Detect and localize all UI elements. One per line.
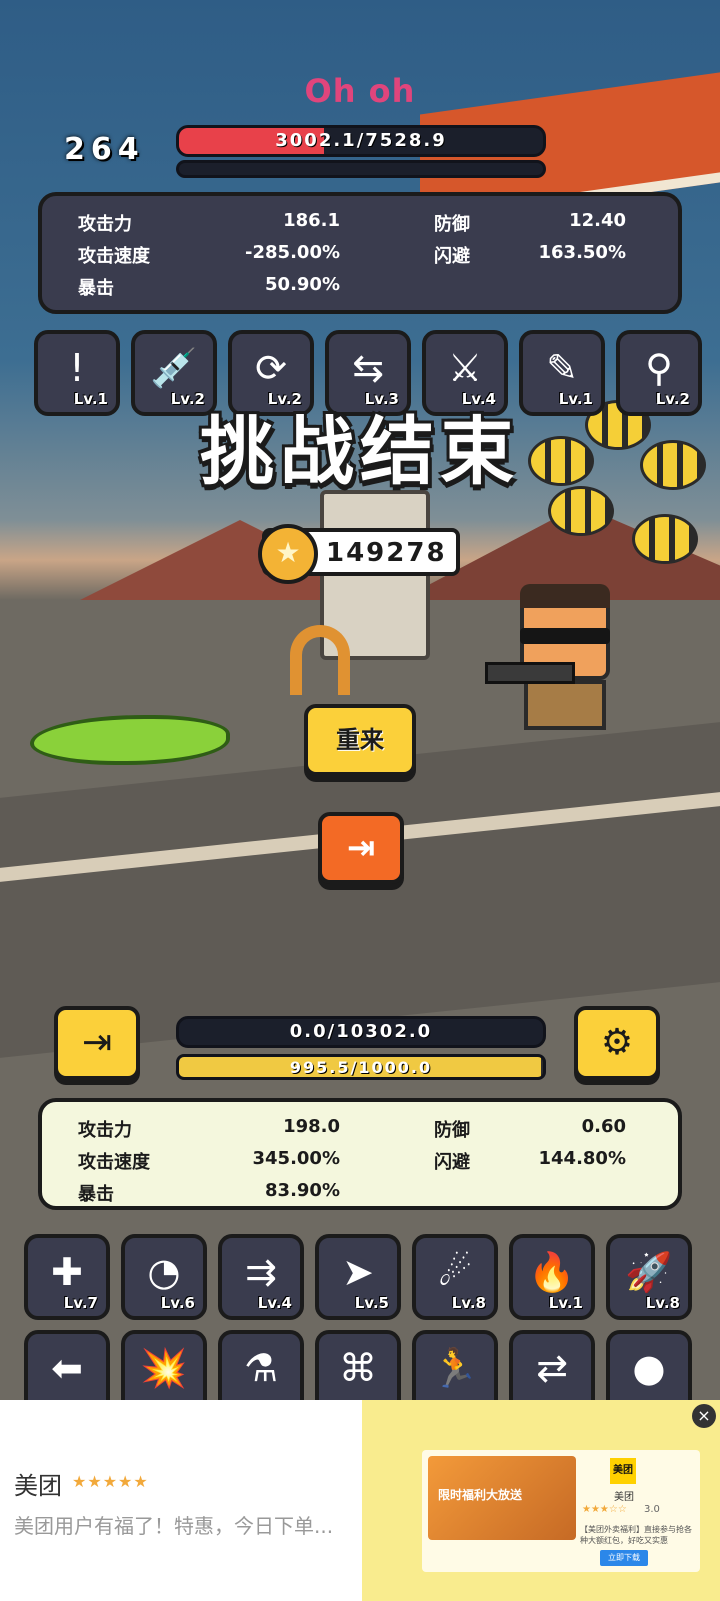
explosion-icon: 💥 <box>140 1346 188 1390</box>
stat-label: 攻击速度 <box>78 1152 150 1173</box>
retry-button[interactable]: 重来 <box>304 704 416 776</box>
player-skill-row: ✚ Lv.7 ◔ Lv.6 ⇉ Lv.4 ➤ Lv.5 ☄ Lv.8 🔥 Lv.1 🚀 Lv.8 <box>24 1234 692 1320</box>
crossed-swords-icon: ⚔ <box>447 346 483 390</box>
exit-door-icon: ⇥ <box>346 828 376 868</box>
player-xp-text: 995.5/1000.0 <box>289 1058 433 1077</box>
potion-icon: ⚗ <box>243 1346 279 1390</box>
ad-image[interactable]: 限时福利大放送 美团 美团 ★★★☆☆ 3.0 【美团外卖福利】直接参与抢各种大… <box>362 1400 720 1601</box>
enemy-secondary-bar <box>176 160 546 178</box>
skill-slot[interactable]: ◔ Lv.6 <box>121 1234 207 1320</box>
skill-level: Lv.4 <box>257 1294 292 1312</box>
ad-card-detail: 【美团外卖福利】直接参与抢各种大额红包，好吃又实惠 <box>580 1525 692 1545</box>
skill-slot[interactable]: ⇉ Lv.4 <box>218 1234 304 1320</box>
skill-slot[interactable]: ➤ Lv.5 <box>315 1234 401 1320</box>
skill-slot[interactable]: ☄ Lv.8 <box>412 1234 498 1320</box>
bee-enemy <box>632 514 698 564</box>
left-arrow-icon: ⬅ <box>51 1346 83 1390</box>
warning-potion-icon: ! <box>69 346 85 390</box>
gear-icon: ⚙ <box>600 1022 634 1063</box>
speed-gauge-icon: ◔ <box>147 1250 181 1294</box>
stat-value: 163.50% <box>538 242 627 263</box>
shotgun-icon: ⚲ <box>645 346 673 390</box>
stat-value: 345.00% <box>252 1148 341 1169</box>
exit-door-icon: ⇥ <box>81 1022 113 1063</box>
player-stats-panel: 攻击力 198.0 防御 0.60 攻击速度 345.00% 闪避 144.80… <box>38 1098 682 1210</box>
stat-value: 0.60 <box>581 1116 626 1137</box>
network-icon: ⌘ <box>339 1346 377 1390</box>
skill-level: Lv.5 <box>354 1294 389 1312</box>
skill-slot[interactable]: 🔥 Lv.1 <box>509 1234 595 1320</box>
skill-level: Lv.8 <box>451 1294 486 1312</box>
green-slime-puddle <box>30 715 230 765</box>
stat-label: 防御 <box>434 214 470 235</box>
ad-card-score: 3.0 <box>644 1504 660 1515</box>
settings-button[interactable]: ⚙ <box>574 1006 660 1080</box>
coin-amount: 149278 <box>326 538 447 568</box>
ad-banner[interactable]: 美团 ★★★★★ 美团用户有福了！特惠，今日下单... 限时福利大放送 美团 美… <box>0 1400 720 1601</box>
stat-value: 186.1 <box>283 210 340 231</box>
enemy-hp-bar: 3002.1/7528.9 <box>176 125 546 157</box>
ad-app-name: 美团 <box>14 1472 62 1500</box>
ad-thumb-text: 限时福利大放送 <box>438 1488 523 1502</box>
stage-level: 264 <box>64 132 145 167</box>
skill-slot[interactable]: 🚀 Lv.8 <box>606 1234 692 1320</box>
syringe-icon: 💉 <box>150 346 198 390</box>
stat-label: 闪避 <box>434 1152 470 1173</box>
skill-level: Lv.1 <box>548 1294 583 1312</box>
player-hp-text: 0.0/10302.0 <box>289 1021 433 1042</box>
swap-arrows-icon: ⇄ <box>536 1346 568 1390</box>
skill-level: Lv.6 <box>160 1294 195 1312</box>
stat-value: 144.80% <box>538 1148 627 1169</box>
runner-icon: 🏃 <box>431 1346 479 1390</box>
ad-description: 美团用户有福了！特惠，今日下单... <box>14 1514 334 1538</box>
game-title: Oh oh <box>304 72 416 110</box>
exit-button[interactable]: ⇥ <box>318 812 404 884</box>
green-arrows-icon: ⇆ <box>352 346 384 390</box>
stat-value: 83.90% <box>265 1180 340 1201</box>
player-character <box>485 570 620 740</box>
stat-label: 暴击 <box>78 1184 114 1205</box>
double-arrow-icon: ⇉ <box>245 1250 277 1294</box>
fireball-icon: ● <box>632 1346 666 1390</box>
stat-value: -285.00% <box>245 242 340 263</box>
stat-label: 防御 <box>434 1120 470 1141</box>
stat-value: 12.40 <box>569 210 626 231</box>
skill-slot[interactable]: ✚ Lv.7 <box>24 1234 110 1320</box>
refresh-cycle-icon: ⟳ <box>255 346 287 390</box>
stat-label: 闪避 <box>434 246 470 267</box>
close-icon[interactable]: × <box>692 1404 716 1428</box>
ad-download-button[interactable]: 立即下载 <box>600 1550 648 1566</box>
rocket-icon: 🚀 <box>625 1250 673 1294</box>
ad-brand-name: 美团 <box>614 1492 634 1503</box>
ad-thumbnail: 限时福利大放送 <box>428 1456 576 1540</box>
player-hp-bar: 0.0/10302.0 <box>176 1016 546 1048</box>
ad-card-stars: ★★★☆☆ <box>582 1504 627 1515</box>
stat-label: 攻击力 <box>78 1120 132 1141</box>
medkit-icon: ✚ <box>51 1250 83 1294</box>
coin-reward: ★ 149278 <box>258 524 460 584</box>
skill-level: Lv.7 <box>63 1294 98 1312</box>
ad-card: 限时福利大放送 美团 美团 ★★★☆☆ 3.0 【美团外卖福利】直接参与抢各种大… <box>422 1450 700 1572</box>
enemy-stats-panel: 攻击力 186.1 防御 12.40 攻击速度 -285.00% 闪避 163.… <box>38 192 682 314</box>
back-button[interactable]: ⇥ <box>54 1006 140 1080</box>
stat-label: 攻击速度 <box>78 246 150 267</box>
paper-plane-icon: ➤ <box>342 1250 374 1294</box>
stat-label: 攻击力 <box>78 214 132 235</box>
challenge-end-title: 挑战结束 <box>200 409 520 495</box>
player-xp-bar: 995.5/1000.0 <box>176 1054 546 1080</box>
ad-rating-stars: ★★★★★ <box>72 1472 149 1491</box>
pump-arch <box>290 625 350 695</box>
ad-brand-logo: 美团 <box>610 1458 636 1484</box>
star-coin-icon: ★ <box>258 524 318 584</box>
shooting-star-icon: ☄ <box>437 1250 473 1294</box>
stat-value: 50.90% <box>265 274 340 295</box>
blood-syringe-icon: ✎ <box>546 346 578 390</box>
enemy-hp-text: 3002.1/7528.9 <box>275 130 447 151</box>
flame-icon: 🔥 <box>528 1250 576 1294</box>
stat-value: 198.0 <box>283 1116 340 1137</box>
skill-level: Lv.8 <box>645 1294 680 1312</box>
stat-label: 暴击 <box>78 278 114 299</box>
